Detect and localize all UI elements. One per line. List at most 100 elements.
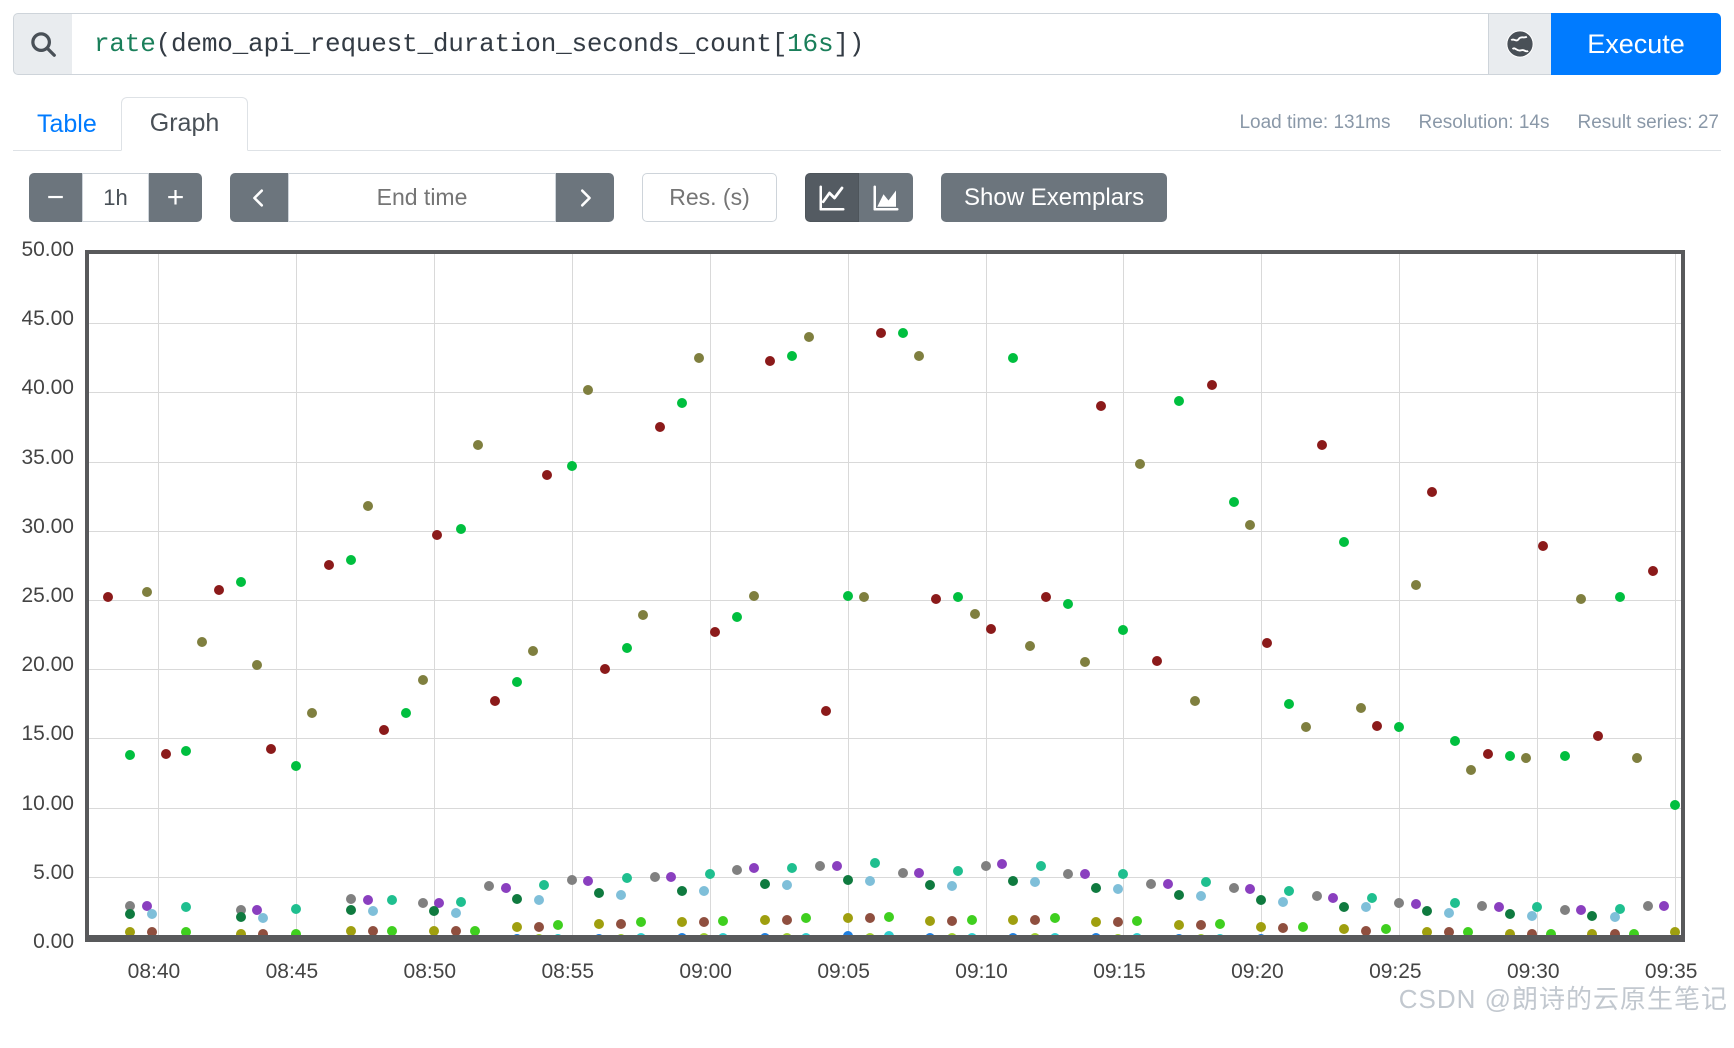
data-point bbox=[864, 932, 875, 935]
globe-icon[interactable] bbox=[1488, 13, 1551, 75]
gridline-horizontal bbox=[89, 738, 1681, 740]
data-point bbox=[290, 903, 301, 914]
data-point bbox=[1256, 895, 1267, 906]
query-bar: rate(demo_api_request_duration_seconds_c… bbox=[13, 13, 1721, 75]
data-point bbox=[787, 351, 798, 362]
plot-area[interactable] bbox=[85, 250, 1685, 942]
data-point bbox=[1284, 885, 1294, 896]
data-point bbox=[699, 917, 710, 928]
data-point bbox=[1112, 917, 1123, 928]
data-point bbox=[693, 352, 704, 363]
stacked-area-chart-icon bbox=[873, 185, 899, 210]
graph-area: 0.00 5.00 10.00 15.00 20.00 25.00 30.00 35.00 40… bbox=[0, 232, 1734, 1022]
data-point bbox=[1546, 937, 1556, 942]
time-shift-forward-button[interactable] bbox=[556, 173, 614, 222]
range-decrease-button[interactable]: − bbox=[29, 173, 82, 222]
y-axis-tick-label: 20.00 bbox=[21, 653, 74, 677]
data-point bbox=[1504, 928, 1515, 935]
data-point bbox=[870, 857, 881, 868]
data-point bbox=[1195, 920, 1206, 931]
tab-graph[interactable]: Graph bbox=[120, 97, 249, 151]
data-point bbox=[1215, 918, 1226, 929]
data-point bbox=[1444, 907, 1454, 918]
data-point bbox=[1173, 395, 1184, 406]
gridline-vertical bbox=[709, 254, 711, 935]
data-point bbox=[1328, 892, 1339, 903]
data-point bbox=[1311, 891, 1322, 902]
data-point bbox=[1339, 924, 1350, 935]
data-point bbox=[450, 907, 461, 918]
data-point bbox=[1463, 927, 1474, 935]
data-point bbox=[180, 745, 191, 756]
data-point bbox=[1648, 565, 1659, 576]
range-increase-button[interactable]: + bbox=[149, 173, 202, 222]
end-time-input[interactable] bbox=[288, 173, 556, 222]
end-time-control-group bbox=[230, 173, 614, 222]
data-point bbox=[966, 932, 977, 935]
data-point bbox=[1228, 882, 1239, 893]
data-point bbox=[1504, 909, 1515, 920]
data-point bbox=[1394, 898, 1405, 909]
data-point bbox=[635, 932, 646, 935]
data-point bbox=[594, 918, 605, 929]
tab-table[interactable]: Table bbox=[13, 100, 121, 150]
data-point bbox=[710, 626, 721, 637]
data-point bbox=[533, 934, 544, 935]
data-point bbox=[1063, 869, 1074, 880]
data-point bbox=[125, 927, 136, 935]
data-point bbox=[930, 593, 941, 604]
data-point bbox=[1670, 937, 1680, 942]
x-axis-tick-label: 08:40 bbox=[127, 960, 181, 983]
line-chart-button[interactable] bbox=[805, 173, 859, 222]
resolution-input[interactable] bbox=[642, 173, 777, 222]
data-point bbox=[718, 932, 729, 935]
data-point bbox=[616, 918, 627, 929]
data-point bbox=[1112, 934, 1123, 935]
data-point bbox=[470, 935, 480, 942]
gridline-vertical bbox=[433, 254, 435, 935]
data-point bbox=[1493, 902, 1504, 913]
data-point bbox=[801, 913, 812, 924]
data-point bbox=[511, 676, 522, 687]
data-point bbox=[1587, 910, 1598, 921]
query-input[interactable]: rate(demo_api_request_duration_seconds_c… bbox=[72, 13, 1488, 75]
data-point bbox=[804, 332, 814, 343]
data-point bbox=[1284, 698, 1294, 709]
stacked-chart-button[interactable] bbox=[859, 173, 913, 222]
y-axis-tick-label: 10.00 bbox=[21, 791, 74, 815]
show-exemplars-button[interactable]: Show Exemplars bbox=[941, 173, 1168, 222]
data-point bbox=[1615, 592, 1626, 603]
time-shift-backward-button[interactable] bbox=[230, 173, 288, 222]
data-point bbox=[1410, 579, 1421, 590]
gridline-vertical bbox=[295, 254, 297, 935]
result-tabs: Table Graph Load time: 131ms Resolution:… bbox=[13, 93, 1721, 151]
chevron-right-icon bbox=[580, 188, 591, 207]
data-point bbox=[966, 914, 977, 925]
range-input[interactable]: 1h bbox=[82, 173, 149, 222]
data-point bbox=[1256, 921, 1267, 932]
x-axis-tick-label: 09:05 bbox=[817, 960, 870, 983]
data-point bbox=[1482, 748, 1493, 759]
gridline-horizontal bbox=[89, 392, 1681, 394]
x-axis-tick-label: 08:50 bbox=[403, 960, 457, 983]
data-point bbox=[925, 880, 936, 891]
y-axis-tick-label: 5.00 bbox=[33, 860, 74, 884]
data-point bbox=[1670, 927, 1681, 935]
execute-button[interactable]: Execute bbox=[1551, 13, 1721, 75]
data-point bbox=[484, 881, 494, 892]
data-point bbox=[1559, 905, 1570, 916]
query-token-duration: 16s bbox=[787, 29, 834, 59]
data-point bbox=[451, 935, 461, 942]
data-point bbox=[801, 932, 812, 935]
x-axis-tick-label: 09:15 bbox=[1093, 960, 1146, 983]
prometheus-graph-page: rate(demo_api_request_duration_seconds_c… bbox=[0, 0, 1734, 1048]
data-point bbox=[638, 610, 649, 621]
data-point bbox=[914, 867, 925, 878]
data-point bbox=[842, 913, 853, 924]
data-point bbox=[1008, 914, 1019, 925]
data-point bbox=[1394, 722, 1405, 733]
y-axis-tick-label: 50.00 bbox=[21, 238, 74, 261]
data-point bbox=[428, 906, 439, 917]
data-point bbox=[759, 914, 770, 925]
data-point bbox=[1659, 900, 1670, 911]
